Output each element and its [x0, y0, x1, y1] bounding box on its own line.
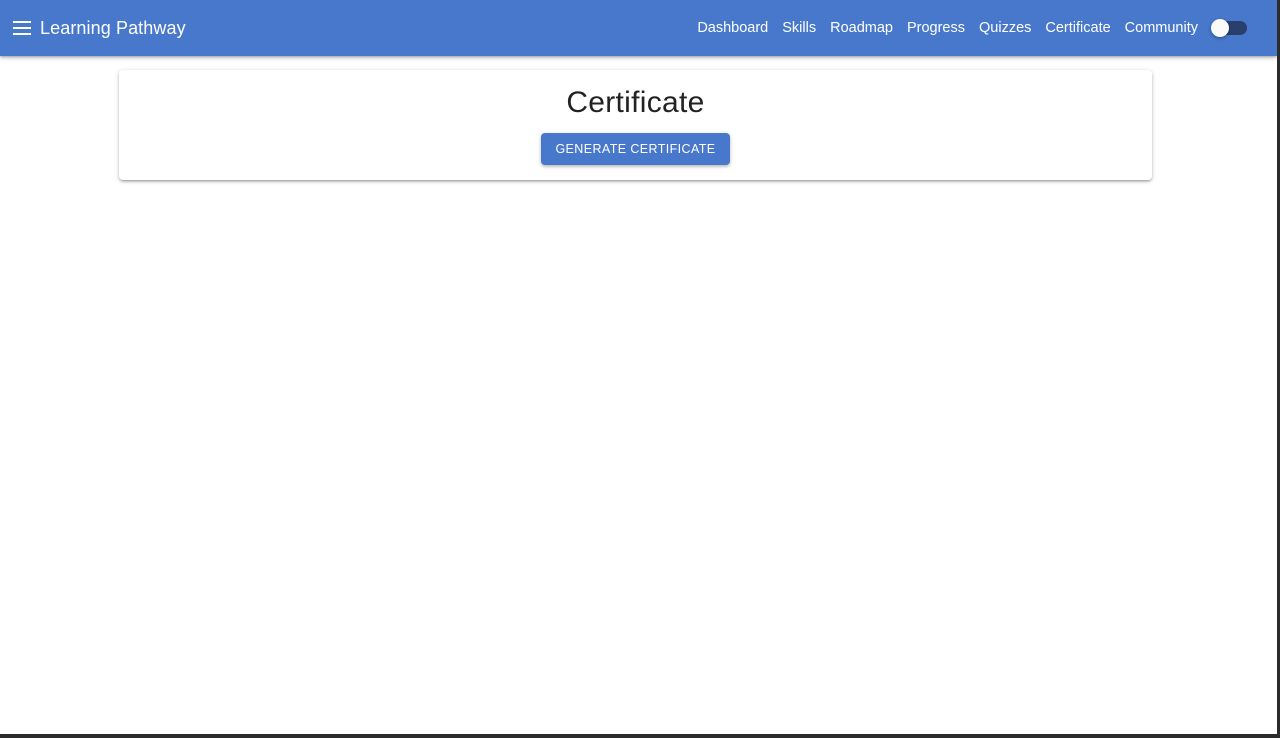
nav-link-skills[interactable]: Skills — [775, 20, 823, 36]
top-nav: Dashboard Skills Roadmap Progress Quizze… — [690, 18, 1277, 38]
toggle-thumb — [1211, 19, 1229, 37]
app-bar: Learning Pathway Dashboard Skills Roadma… — [0, 0, 1277, 56]
app-viewport: Learning Pathway Dashboard Skills Roadma… — [0, 0, 1277, 734]
nav-link-progress[interactable]: Progress — [900, 20, 972, 36]
generate-certificate-button[interactable]: GENERATE CERTIFICATE — [541, 133, 730, 165]
theme-toggle[interactable] — [1211, 18, 1247, 38]
nav-link-certificate[interactable]: Certificate — [1038, 20, 1117, 36]
menu-icon-glyph — [13, 21, 31, 35]
nav-link-community[interactable]: Community — [1118, 20, 1205, 36]
nav-link-dashboard[interactable]: Dashboard — [690, 20, 775, 36]
nav-link-roadmap[interactable]: Roadmap — [823, 20, 900, 36]
nav-link-quizzes[interactable]: Quizzes — [972, 20, 1038, 36]
page-title: Certificate — [566, 86, 705, 119]
menu-icon[interactable] — [10, 16, 34, 40]
app-title: Learning Pathway — [40, 17, 186, 38]
certificate-card: Certificate GENERATE CERTIFICATE — [119, 70, 1152, 180]
